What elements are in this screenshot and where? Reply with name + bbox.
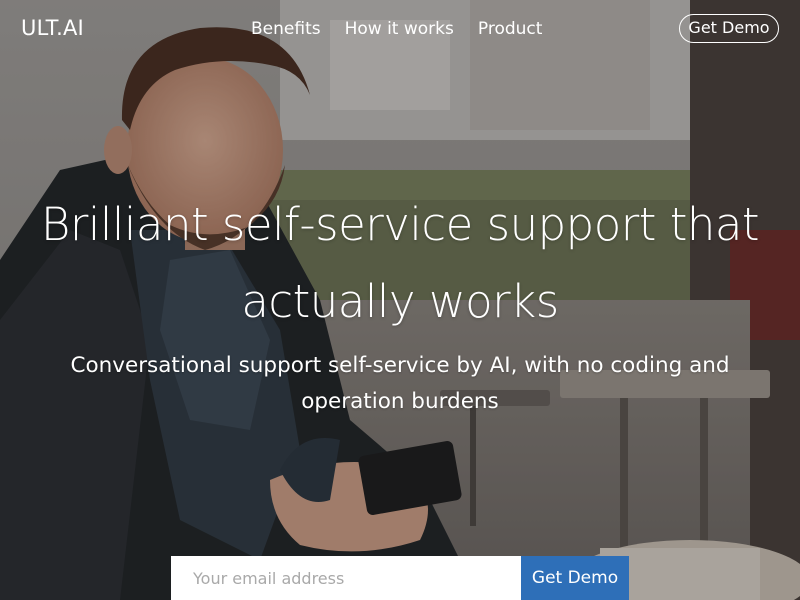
email-input[interactable] [171,556,521,600]
nav-get-demo-button[interactable]: Get Demo [679,14,779,43]
top-navigation: ULT.AI Benefits How it works Product Get… [0,0,800,60]
email-signup-form: Get Demo [171,556,629,600]
nav-link-product[interactable]: Product [478,19,543,39]
get-demo-submit-button[interactable]: Get Demo [521,556,629,600]
brand-logo[interactable]: ULT.AI [21,16,84,40]
hero-headline: Brilliant self-service support that actu… [40,198,760,328]
nav-link-benefits[interactable]: Benefits [251,19,321,39]
hero-subheadline: Conversational support self-service by A… [70,353,730,414]
nav-links: Benefits How it works Product [251,19,542,39]
hero-section: ULT.AI Benefits How it works Product Get… [0,0,800,600]
nav-link-how-it-works[interactable]: How it works [345,19,454,39]
